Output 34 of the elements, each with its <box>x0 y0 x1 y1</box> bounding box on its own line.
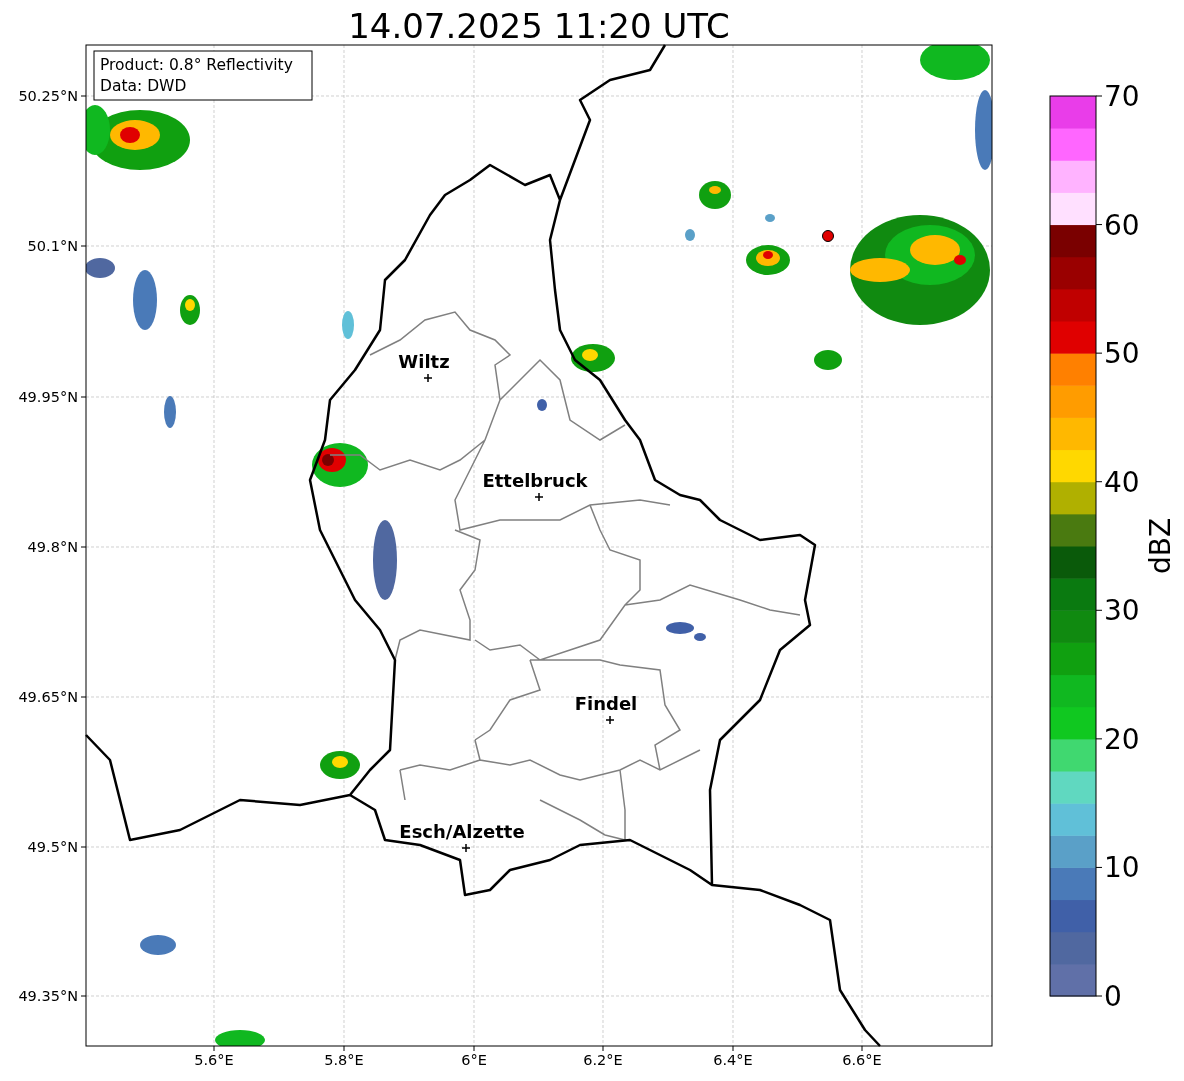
info-text: Data: DWD <box>100 77 187 95</box>
colorbar-tick-label: 50 <box>1104 337 1140 371</box>
colorbar-tick-label: 20 <box>1104 722 1140 756</box>
colorbar-tick-label: 0 <box>1104 980 1122 1013</box>
latitude-label: 49.35°N <box>18 988 78 1004</box>
info-text: Product: 0.8° Reflectivity <box>100 56 293 74</box>
colorbar-tick-label: 70 <box>1104 80 1140 113</box>
chart-title: 14.07.2025 11:20 UTC <box>348 6 730 46</box>
longitude-label: 5.6°E <box>194 1052 234 1068</box>
longitude-label: 6.2°E <box>583 1052 623 1068</box>
location-marker <box>822 230 834 242</box>
longitude-label: 6.6°E <box>842 1052 882 1068</box>
longitude-label: 6°E <box>461 1052 487 1068</box>
city-label: Wiltz <box>398 351 450 372</box>
city-marker <box>534 492 544 502</box>
city-marker <box>605 715 615 725</box>
colorbar-tick-label: 30 <box>1104 594 1140 628</box>
city-label: Esch/Alzette <box>399 821 525 842</box>
latitude-label: 49.8°N <box>27 539 78 555</box>
longitude-label: 5.8°E <box>324 1052 364 1068</box>
latitude-label: 49.95°N <box>18 389 78 405</box>
city-label: Ettelbruck <box>482 470 588 491</box>
colorbar-tick-label: 60 <box>1104 208 1140 242</box>
city-marker <box>461 843 471 853</box>
colorbar-tick-label: 40 <box>1104 465 1140 499</box>
latitude-label: 50.25°N <box>18 88 78 104</box>
latitude-label: 49.5°N <box>27 839 78 855</box>
city-marker <box>423 373 433 383</box>
colorbar-tick-label: 10 <box>1104 851 1140 885</box>
colorbar-label: dBZ <box>1144 517 1177 575</box>
latitude-label: 49.65°N <box>18 689 78 705</box>
latitude-label: 50.1°N <box>27 238 78 254</box>
longitude-label: 6.4°E <box>713 1052 753 1068</box>
city-label: Findel <box>574 693 638 714</box>
